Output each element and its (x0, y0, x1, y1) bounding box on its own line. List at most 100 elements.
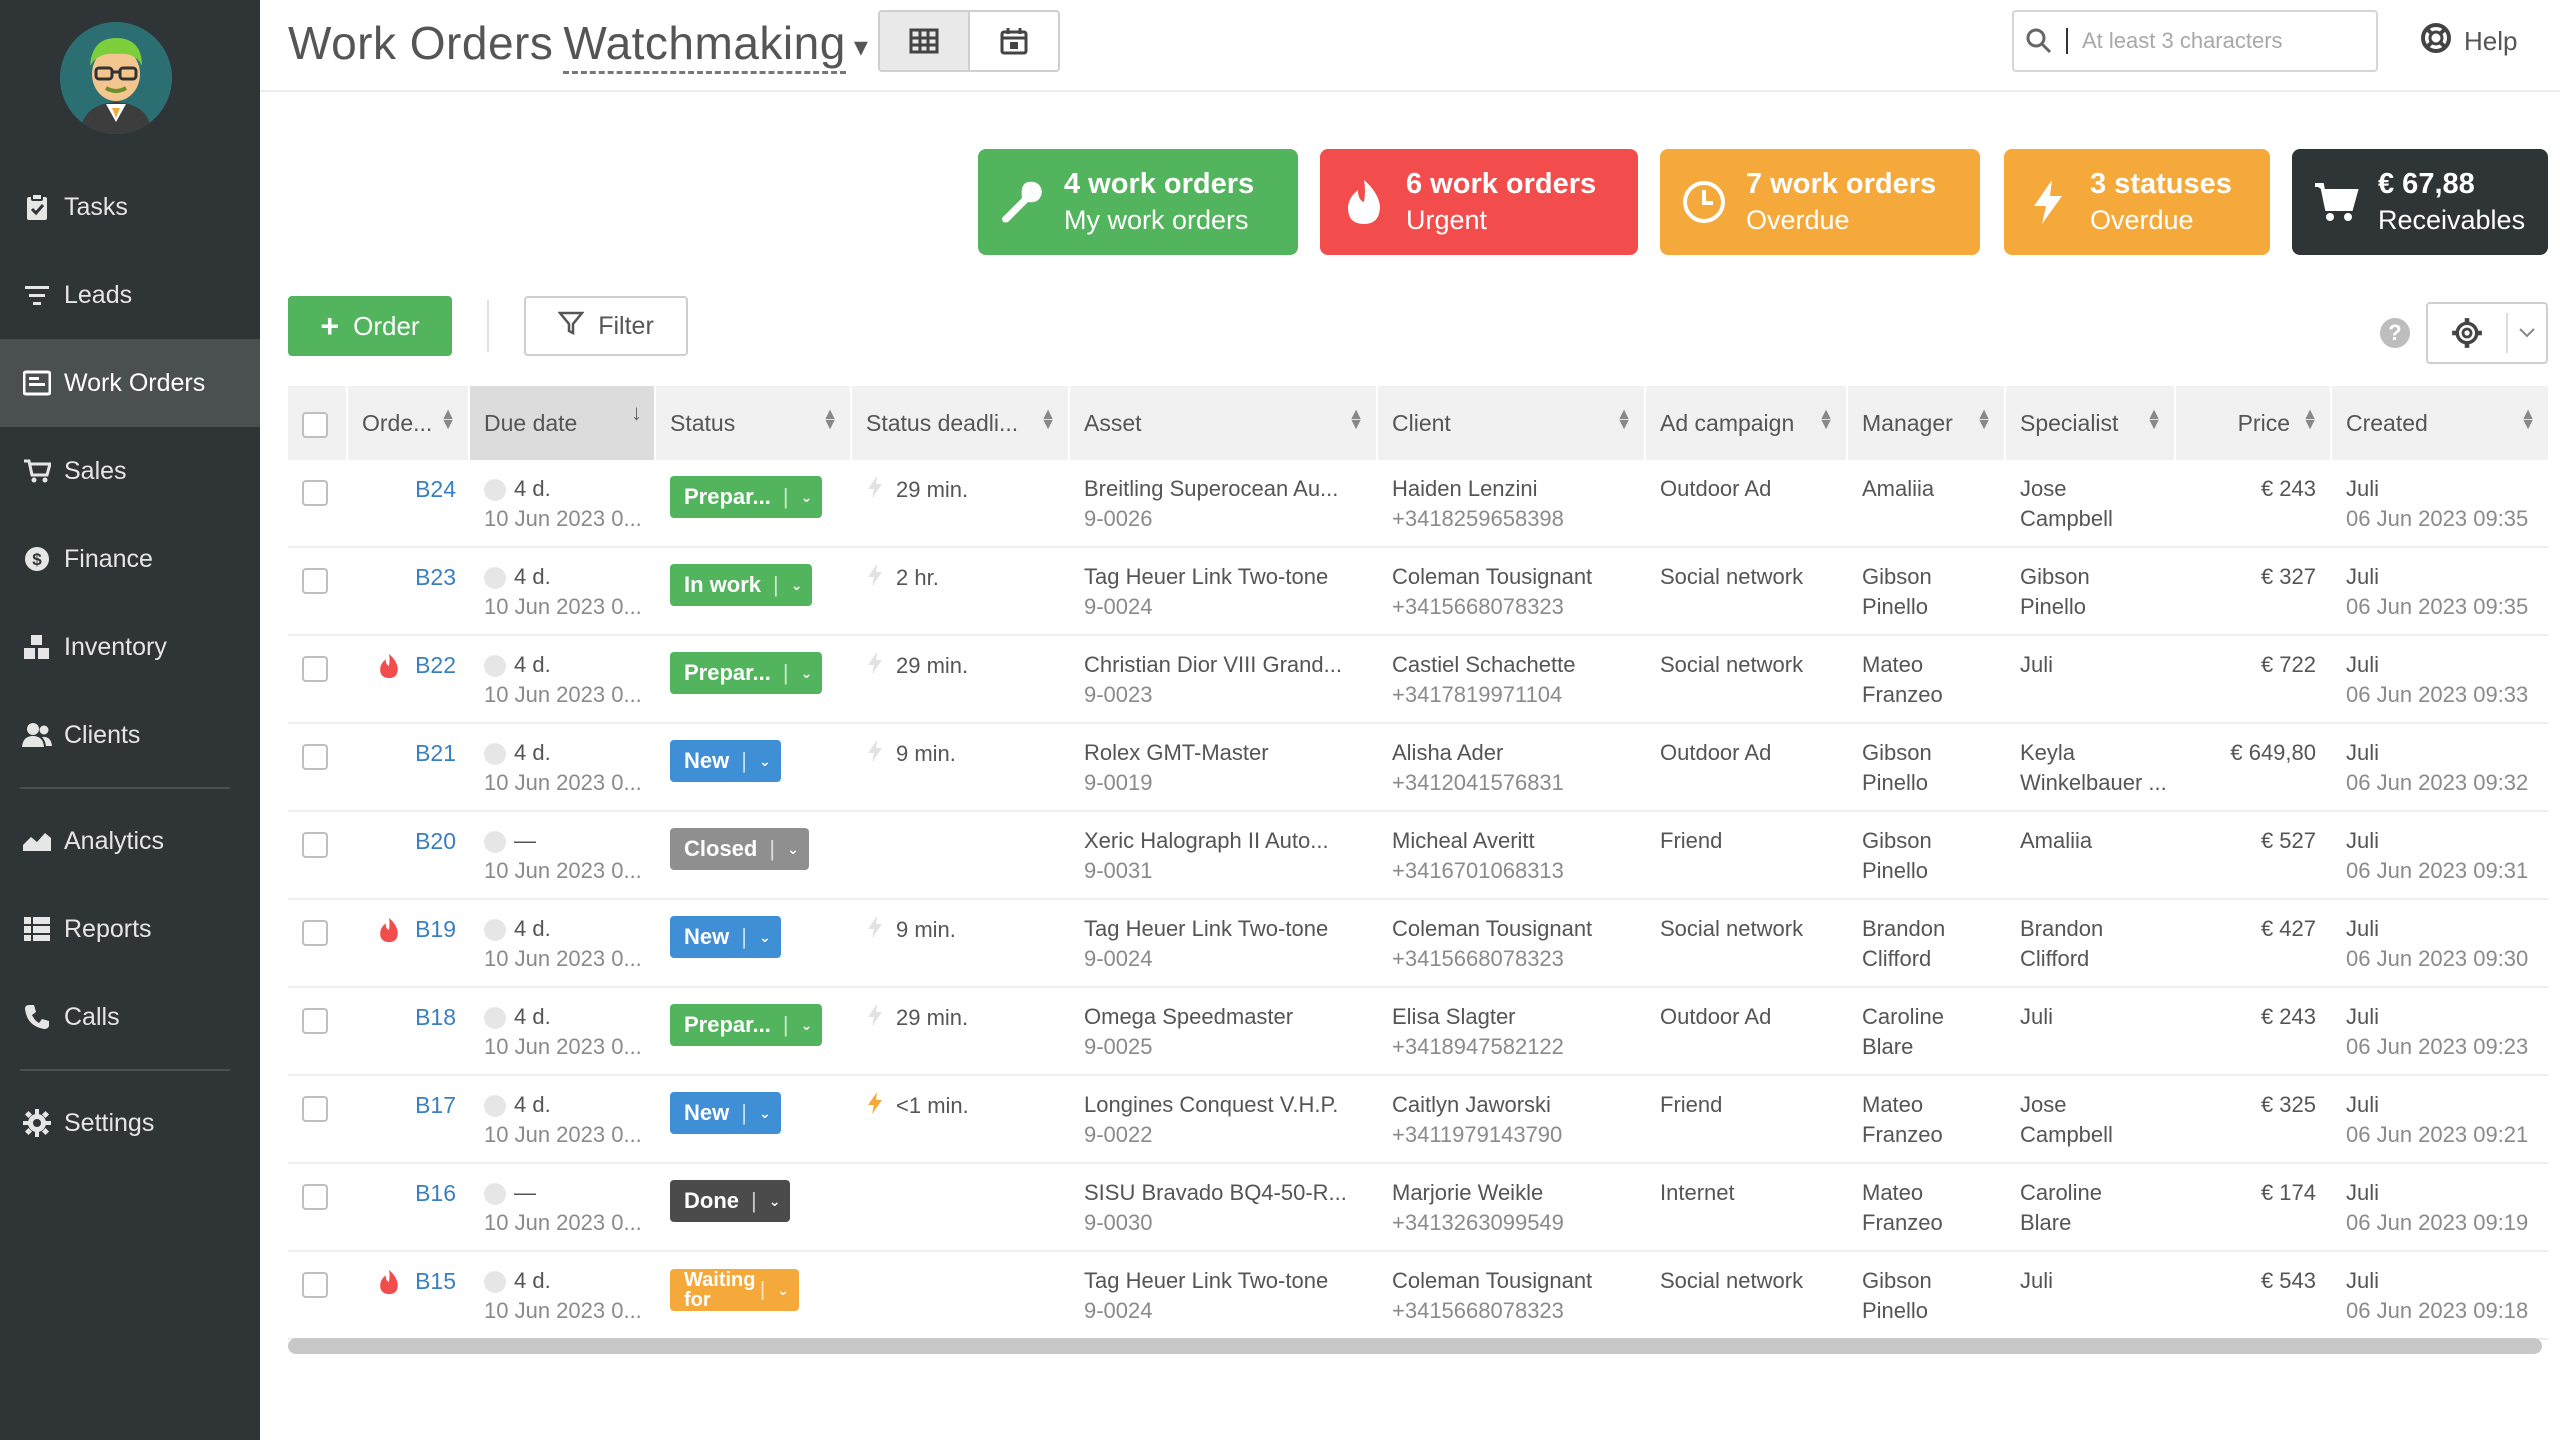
client-name[interactable]: Coleman Tousignant (1392, 1266, 1646, 1296)
row-checkbox[interactable] (302, 1272, 328, 1298)
order-link[interactable]: B16 (415, 1180, 456, 1207)
order-link[interactable]: B21 (415, 740, 456, 767)
table-row[interactable]: B20 — 10 Jun 2023 0... Closed | ⌄ Xeric Halogr… (288, 812, 2548, 900)
sidebar-item-clients[interactable]: Clients (0, 691, 260, 779)
stat-my-work-orders[interactable]: 4 work orders My work orders (978, 149, 1298, 255)
column-header-due-date[interactable]: Due date ↓ (470, 386, 656, 460)
order-link[interactable]: B24 (415, 476, 456, 503)
filter-button[interactable]: Filter (524, 296, 688, 356)
client-name[interactable]: Alisha Ader (1392, 738, 1646, 768)
avatar[interactable] (60, 22, 172, 134)
status-dropdown[interactable]: Closed | ⌄ (670, 828, 809, 870)
column-header-manager[interactable]: Manager ▲ ▼ (1848, 386, 2006, 460)
table-row[interactable]: B22 4 d. 10 Jun 2023 0... Prepar... | ⌄ 29 min… (288, 636, 2548, 724)
column-header-specialist[interactable]: Specialist ▲ ▼ (2006, 386, 2176, 460)
help-question-icon[interactable]: ? (2380, 318, 2410, 348)
sidebar-item-calls[interactable]: Calls (0, 973, 260, 1061)
table-row[interactable]: B18 4 d. 10 Jun 2023 0... Prepar... | ⌄ 29 min… (288, 988, 2548, 1076)
table-row[interactable]: B16 — 10 Jun 2023 0... Done | ⌄ SISU Bravado B… (288, 1164, 2548, 1252)
client-name[interactable]: Elisa Slagter (1392, 1002, 1646, 1032)
sidebar-item-finance[interactable]: $ Finance (0, 515, 260, 603)
column-header-status[interactable]: Status ▲ ▼ (656, 386, 852, 460)
asset-name[interactable]: Rolex GMT-Master (1084, 738, 1378, 768)
row-checkbox[interactable] (302, 920, 328, 946)
column-header-status-deadline[interactable]: Status deadli... ▲ ▼ (852, 386, 1070, 460)
asset-name[interactable]: Tag Heuer Link Two-tone (1084, 914, 1378, 944)
client-name[interactable]: Coleman Tousignant (1392, 914, 1646, 944)
column-header-order[interactable]: Orde... ▲ ▼ (348, 386, 470, 460)
client-name[interactable]: Haiden Lenzini (1392, 474, 1646, 504)
status-dropdown[interactable]: New | ⌄ (670, 740, 781, 782)
sidebar-item-sales[interactable]: Sales (0, 427, 260, 515)
stat-overdue-statuses[interactable]: 3 statuses Overdue (2004, 149, 2270, 255)
asset-name[interactable]: SISU Bravado BQ4-50-R... (1084, 1178, 1378, 1208)
status-dropdown[interactable]: Prepar... | ⌄ (670, 652, 823, 694)
row-checkbox[interactable] (302, 1096, 328, 1122)
sidebar-item-reports[interactable]: Reports (0, 885, 260, 973)
client-name[interactable]: Micheal Averitt (1392, 826, 1646, 856)
column-header-created[interactable]: Created ▲ ▼ (2332, 386, 2548, 460)
order-link[interactable]: B18 (415, 1004, 456, 1031)
table-row[interactable]: B17 4 d. 10 Jun 2023 0... New | ⌄ <1 min. Longi… (288, 1076, 2548, 1164)
sidebar-item-tasks[interactable]: Tasks (0, 163, 260, 251)
row-checkbox[interactable] (302, 480, 328, 506)
column-header-asset[interactable]: Asset ▲ ▼ (1070, 386, 1378, 460)
asset-name[interactable]: Breitling Superocean Au... (1084, 474, 1378, 504)
status-dropdown[interactable]: In work | ⌄ (670, 564, 813, 606)
sidebar-item-inventory[interactable]: Inventory (0, 603, 260, 691)
asset-name[interactable]: Xeric Halograph II Auto... (1084, 826, 1378, 856)
pipeline-selector[interactable]: Watchmaking (563, 17, 846, 74)
calendar-view-button[interactable] (970, 12, 1058, 70)
status-dropdown[interactable]: Prepar... | ⌄ (670, 1004, 823, 1046)
table-settings-button[interactable] (2426, 302, 2548, 364)
asset-name[interactable]: Christian Dior VIII Grand... (1084, 650, 1378, 680)
stat-urgent[interactable]: 6 work orders Urgent (1320, 149, 1638, 255)
order-link[interactable]: B22 (415, 652, 456, 679)
stat-overdue-orders[interactable]: 7 work orders Overdue (1660, 149, 1980, 255)
chevron-down-icon[interactable] (2508, 328, 2546, 338)
column-header-client[interactable]: Client ▲ ▼ (1378, 386, 1646, 460)
row-checkbox[interactable] (302, 568, 328, 594)
sidebar-item-leads[interactable]: Leads (0, 251, 260, 339)
search-input[interactable] (2066, 28, 2346, 54)
select-all-checkbox[interactable] (302, 412, 328, 438)
table-row[interactable]: B24 4 d. 10 Jun 2023 0... Prepar... | ⌄ 29 min… (288, 460, 2548, 548)
status-dropdown[interactable]: New | ⌄ (670, 916, 781, 958)
chevron-down-icon[interactable]: ▾ (854, 31, 869, 62)
order-link[interactable]: B17 (415, 1092, 456, 1119)
order-link[interactable]: B19 (415, 916, 456, 943)
column-header-ad-campaign[interactable]: Ad campaign ▲ ▼ (1646, 386, 1848, 460)
client-name[interactable]: Coleman Tousignant (1392, 562, 1646, 592)
asset-name[interactable]: Tag Heuer Link Two-tone (1084, 562, 1378, 592)
asset-name[interactable]: Longines Conquest V.H.P. (1084, 1090, 1378, 1120)
client-name[interactable]: Marjorie Weikle (1392, 1178, 1646, 1208)
row-checkbox[interactable] (302, 744, 328, 770)
status-dropdown[interactable]: Prepar... | ⌄ (670, 476, 823, 518)
sidebar-item-work-orders[interactable]: Work Orders (0, 339, 260, 427)
sidebar-item-analytics[interactable]: Analytics (0, 797, 260, 885)
horizontal-scrollbar[interactable] (288, 1338, 2542, 1354)
order-link[interactable]: B20 (415, 828, 456, 855)
row-checkbox[interactable] (302, 832, 328, 858)
asset-name[interactable]: Omega Speedmaster (1084, 1002, 1378, 1032)
column-header-price[interactable]: Price ▲ ▼ (2176, 386, 2332, 460)
row-checkbox[interactable] (302, 1184, 328, 1210)
table-row[interactable]: B19 4 d. 10 Jun 2023 0... New | ⌄ 9 min. Tag He… (288, 900, 2548, 988)
client-name[interactable]: Castiel Schachette (1392, 650, 1646, 680)
status-dropdown[interactable]: Waiting for | ⌄ (670, 1269, 799, 1311)
sidebar-item-settings[interactable]: Settings (0, 1079, 260, 1167)
row-checkbox[interactable] (302, 656, 328, 682)
order-link[interactable]: B23 (415, 564, 456, 591)
status-dropdown[interactable]: New | ⌄ (670, 1092, 781, 1134)
client-name[interactable]: Caitlyn Jaworski (1392, 1090, 1646, 1120)
stat-receivables[interactable]: € 67,88 Receivables (2292, 149, 2548, 255)
row-checkbox[interactable] (302, 1008, 328, 1034)
help-link[interactable]: Help (2420, 22, 2517, 61)
table-row[interactable]: B21 4 d. 10 Jun 2023 0... New | ⌄ 9 min. Rolex … (288, 724, 2548, 812)
table-row[interactable]: B15 4 d. 10 Jun 2023 0... Waiting for | ⌄ Tag … (288, 1252, 2548, 1340)
asset-name[interactable]: Tag Heuer Link Two-tone (1084, 1266, 1378, 1296)
status-dropdown[interactable]: Done | ⌄ (670, 1180, 791, 1222)
order-link[interactable]: B15 (415, 1268, 456, 1295)
add-order-button[interactable]: + Order (288, 296, 452, 356)
table-view-button[interactable] (880, 12, 970, 70)
